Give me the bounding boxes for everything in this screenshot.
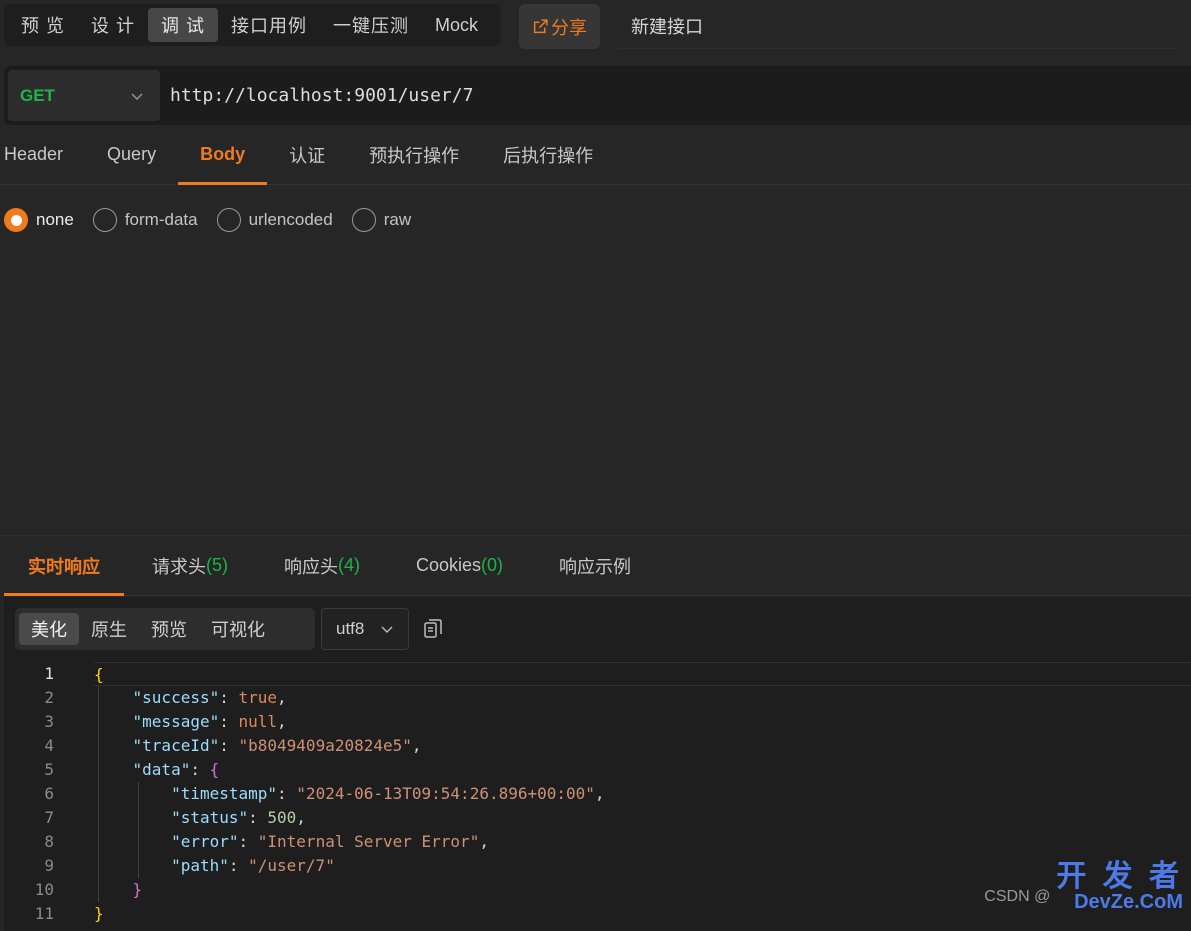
radio-label: none [36,210,74,229]
share-label: 分享 [551,17,587,38]
tab-preview[interactable]: 预 览 [8,8,78,42]
tab-design[interactable]: 设 计 [78,8,148,42]
code-line: "status": 500, [171,808,306,827]
tab-cookies[interactable]: Cookies (0) [388,536,531,595]
radio-circle [216,208,241,232]
tab-label: 请求头 [152,556,206,577]
radio-circle [4,208,28,232]
radio-none[interactable]: none [4,208,74,232]
view-visualize[interactable]: 可视化 [199,613,277,645]
url-bar: GET [4,66,1191,125]
tab-label: 响应头 [284,556,338,577]
tab-live-response[interactable]: 实时响应 [4,536,124,596]
line-number: 1 [44,664,54,683]
tab-debug[interactable]: 调 试 [148,8,219,42]
tab-header[interactable]: Header [0,125,85,184]
radio-label: form-data [124,210,198,229]
view-raw[interactable]: 原生 [79,613,139,645]
line-number: 2 [44,688,54,707]
tab-body[interactable]: Body [178,125,268,185]
tab-count: (5) [206,555,228,575]
json-code: { "success": true, "message": null, "tra… [94,662,1191,926]
method-select[interactable]: GET [8,70,160,121]
chevron-down-icon [131,93,143,100]
body-type-radios: none form-data urlencoded raw [4,206,430,234]
code-line: { [94,662,1191,686]
code-line: "traceId": "b8049409a20824e5", [132,736,422,755]
tab-count: (0) [481,555,504,575]
radio-circle [92,208,117,232]
line-numbers: 1 2 3 4 5 6 7 8 9 10 11 [4,662,62,926]
radio-raw[interactable]: raw [351,208,412,232]
code-line: "data": { [132,760,220,779]
code-line: "success": true, [132,688,287,707]
radio-circle [351,208,376,232]
code-line: } [94,904,104,923]
response-tabs: 实时响应 请求头 (5) 响应头 (4) Cookies (0) 响应示例 [4,536,1191,596]
view-pretty[interactable]: 美化 [19,613,79,645]
code-line: "message": null, [132,712,287,731]
tab-pre-script[interactable]: 预执行操作 [347,125,481,184]
method-value: GET [20,85,55,105]
mode-tabs: 预 览 设 计 调 试 接口用例 一键压测 Mock [4,4,501,46]
code-line: "path": "/user/7" [171,856,335,875]
tab-load-test[interactable]: 一键压测 [320,8,422,42]
radio-label: urlencoded [248,210,333,229]
line-number: 7 [44,808,54,827]
radio-label: raw [383,210,412,229]
request-tabs: Header Query Body 认证 预执行操作 后执行操作 [0,125,1191,185]
code-line: "error": "Internal Server Error", [171,832,489,851]
tab-query[interactable]: Query [85,125,178,184]
tab-request-headers[interactable]: 请求头 (5) [124,536,256,595]
tab-mock[interactable]: Mock [422,8,491,42]
copy-icon[interactable] [423,618,443,640]
share-icon [533,19,548,34]
tab-response-examples[interactable]: 响应示例 [531,536,659,595]
line-number: 3 [44,712,54,731]
code-viewer[interactable]: 1 2 3 4 5 6 7 8 9 10 11 { "success": tru… [4,662,1191,931]
tab-auth[interactable]: 认证 [267,125,347,184]
tab-label: 响应示例 [559,556,632,577]
line-number: 8 [44,832,54,851]
tab-label: 实时响应 [28,556,100,577]
radio-urlencoded[interactable]: urlencoded [216,208,333,232]
radio-form-data[interactable]: form-data [92,208,198,232]
line-number: 4 [44,736,54,755]
view-preview[interactable]: 预览 [139,613,199,645]
chevron-down-icon [381,626,393,633]
tab-count: (4) [338,555,360,575]
line-number: 5 [44,760,54,779]
new-api-tab[interactable]: 新建接口 [618,4,1178,49]
line-number: 10 [34,880,54,899]
line-number: 6 [44,784,54,803]
tab-response-headers[interactable]: 响应头 (4) [256,536,388,595]
code-line: "timestamp": "2024-06-13T09:54:26.896+00… [171,784,605,803]
code-line: } [132,880,143,899]
tab-label: Cookies [416,555,482,575]
url-input[interactable] [160,70,1191,121]
view-mode-tabs: 美化 原生 预览 可视化 [15,608,315,650]
share-button[interactable]: 分享 [519,4,600,49]
tab-test-cases[interactable]: 接口用例 [218,8,320,42]
line-number: 11 [34,904,54,923]
tab-post-script[interactable]: 后执行操作 [481,125,615,184]
encoding-select[interactable]: utf8 [321,608,409,650]
line-number: 9 [44,856,54,875]
encoding-value: utf8 [336,619,365,638]
